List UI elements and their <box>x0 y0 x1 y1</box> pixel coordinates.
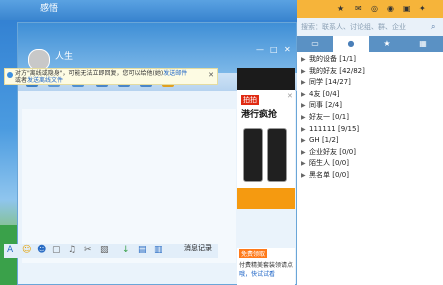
contact-group[interactable]: ▶ 同学 [14/27] <box>301 77 441 89</box>
screenshot-icon[interactable]: ✂ <box>84 245 92 255</box>
send-email-link[interactable]: 发送邮件 <box>163 70 187 77</box>
font-icon[interactable]: A <box>7 245 13 255</box>
emoji-icon[interactable]: ☺ <box>22 245 31 255</box>
contact-group[interactable]: ▶ 4友 [0/4] <box>301 89 441 101</box>
music-icon[interactable]: ↓ <box>122 245 130 255</box>
contact-group[interactable]: ▶ 同事 [2/4] <box>301 100 441 112</box>
contact-group[interactable]: ▶ 111111 [9/15] <box>301 124 441 136</box>
contact-name: 人生 <box>55 52 74 62</box>
shake-icon[interactable]: ▢ <box>52 245 61 255</box>
background-window-titlebar[interactable]: 感悟 <box>0 0 297 20</box>
expand-arrow-icon: ▶ <box>301 102 306 110</box>
contact-group[interactable]: ▶ 我的好友 [42/82] <box>301 66 441 78</box>
notice-text-2: 或者 <box>15 77 28 84</box>
chat-history-area[interactable] <box>22 109 236 263</box>
ad-header-strip <box>237 68 295 90</box>
background-window-title: 感悟 <box>40 4 59 14</box>
main-tabs: ▭ ● ★ ▦ <box>297 36 443 52</box>
expand-arrow-icon: ▶ <box>301 171 306 179</box>
minimize-icon[interactable]: — <box>256 45 264 54</box>
expand-arrow-icon: ▶ <box>301 125 306 133</box>
maximize-icon[interactable]: □ <box>270 45 278 54</box>
contact-group[interactable]: ▶ 企业好友 [0/0] <box>301 147 441 159</box>
expand-arrow-icon: ▶ <box>301 90 306 98</box>
ad-footer <box>237 188 295 209</box>
space-icon[interactable]: ◎ <box>371 4 378 13</box>
contact-group-list: ▶ 我的设备 [1/1] ▶ 我的好友 [42/82] ▶ 同学 [14/27] ▶ 4… <box>301 54 441 182</box>
gift-icon[interactable]: ▤ <box>138 245 147 255</box>
message-record-button[interactable]: 消息记录 <box>184 243 212 253</box>
search-input[interactable]: 搜索：联系人、讨论组、群、企业 <box>297 18 443 36</box>
expand-arrow-icon: ▶ <box>301 56 306 63</box>
text-ad-line-2: 哦，快试试看 <box>239 271 276 278</box>
expand-arrow-icon: ▶ <box>301 148 306 156</box>
search-icon[interactable]: ⌕ <box>431 22 435 32</box>
voice-message-icon[interactable]: ♫ <box>68 245 76 255</box>
info-icon <box>7 72 13 78</box>
main-panel-header: ★ ✉ ◎ ◉ ▣ ✦ <box>297 0 443 18</box>
notice-close-icon[interactable]: ✕ <box>208 72 214 79</box>
ad-close-icon[interactable]: ✕ <box>287 92 293 100</box>
mail-icon[interactable]: ✉ <box>355 4 362 13</box>
tab-messages[interactable]: ▭ <box>297 36 333 52</box>
contact-group[interactable]: ▶ 陌生人 [0/0] <box>301 158 441 170</box>
image-icon[interactable]: ▧ <box>100 245 109 255</box>
ad-headline: 港行疯抢 <box>241 110 278 120</box>
expand-arrow-icon: ▶ <box>301 113 306 121</box>
send-offline-file-link[interactable]: 发送离线文件 <box>27 77 63 84</box>
expand-arrow-icon: ▶ <box>301 67 306 75</box>
expand-arrow-icon: ▶ <box>301 160 306 168</box>
text-ad[interactable]: 免费领取 付费精美套装领请点 哦，快试试看 <box>237 248 295 285</box>
ad-tag: 拍拍 <box>241 95 259 105</box>
close-icon[interactable]: ✕ <box>284 45 291 54</box>
vip-emoji-icon[interactable]: ☻ <box>37 245 46 255</box>
notice-text-1: 对方"离线或隐身"，可能无法立即回复，您可以给他(她) <box>15 70 164 77</box>
contact-group[interactable]: ▶ 我的设备 [1/1] <box>301 54 441 66</box>
expand-arrow-icon: ▶ <box>301 79 306 87</box>
skin-icon[interactable]: ✦ <box>419 4 426 13</box>
text-ad-tag: 免费领取 <box>239 249 268 258</box>
status-icon[interactable]: ★ <box>337 4 344 13</box>
phone-image <box>267 128 287 182</box>
tab-contacts[interactable]: ● <box>333 36 369 52</box>
contact-group[interactable]: ▶ 黑名单 [0/0] <box>301 170 441 182</box>
qq-main-panel: ★ ✉ ◎ ◉ ▣ ✦ 搜索：联系人、讨论组、群、企业 ⌕ ▭ ● ★ ▦ ▶ 我… <box>297 0 443 285</box>
text-ad-line-1: 付费精美套装领请点 <box>239 262 294 269</box>
contact-group[interactable]: ▶ 好友一 [0/1] <box>301 112 441 124</box>
contact-group[interactable]: ▶ GH [1/2] <box>301 135 441 147</box>
offline-notice: 对方"离线或隐身"，可能无法立即回复，您可以给他(她)发送邮件 或者发送离线文件… <box>4 68 218 85</box>
tab-groups[interactable]: ▦ <box>405 36 441 52</box>
tab-favorites[interactable]: ★ <box>369 36 405 52</box>
chat-header <box>18 23 296 73</box>
wallet-icon[interactable]: ▣ <box>403 4 411 13</box>
expand-arrow-icon: ▶ <box>301 137 306 145</box>
more-icon[interactable]: ▥ <box>154 245 163 255</box>
weibo-icon[interactable]: ◉ <box>387 4 394 13</box>
phone-image <box>243 128 263 182</box>
ad-banner[interactable]: 拍拍 港行疯抢 ✕ <box>237 68 295 209</box>
